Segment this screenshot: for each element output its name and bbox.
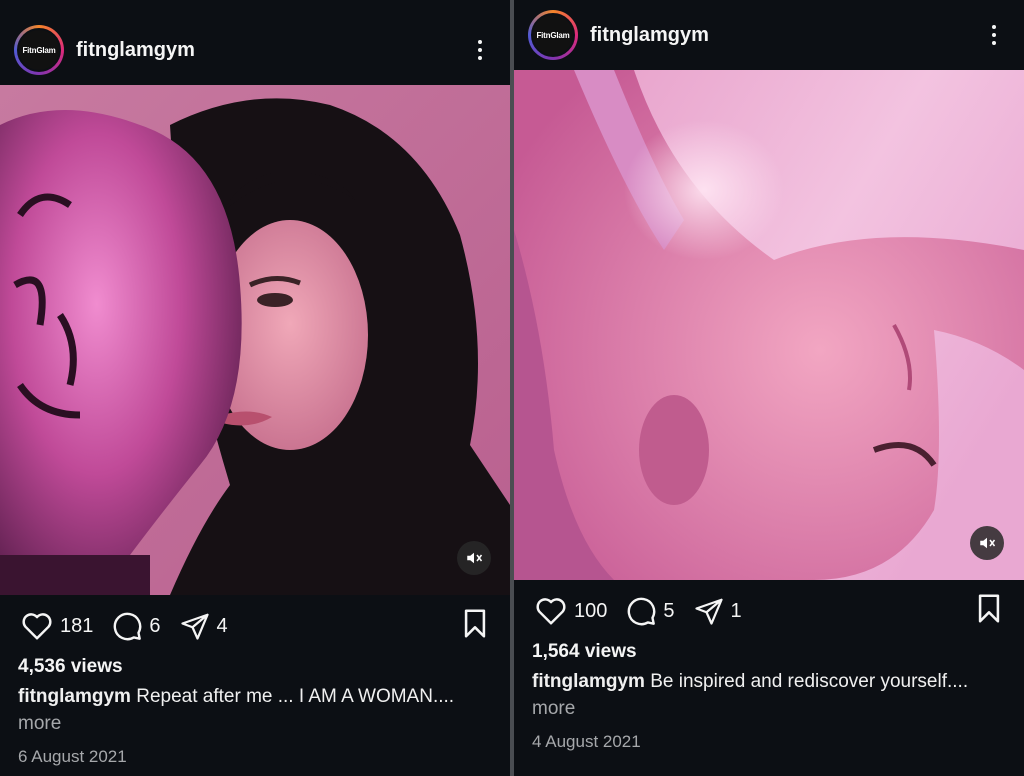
bookmark-button[interactable] (976, 594, 1002, 628)
post-video[interactable] (0, 85, 510, 595)
post-video[interactable] (514, 70, 1024, 580)
caption-username[interactable]: fitnglamgym (18, 686, 131, 707)
profile-avatar[interactable]: FitnGlam (14, 25, 64, 75)
heart-icon (536, 598, 566, 625)
share-button[interactable]: 1 (693, 596, 742, 626)
like-count: 181 (60, 614, 94, 637)
comment-count: 6 (149, 614, 161, 637)
comment-count: 5 (663, 599, 675, 622)
muted-audio-icon[interactable] (970, 526, 1004, 560)
profile-avatar[interactable]: FitnGlam (528, 10, 578, 60)
more-options-icon[interactable] (986, 23, 1002, 47)
like-button[interactable]: 100 (534, 596, 607, 626)
bookmark-icon (978, 594, 1000, 623)
caption-text: Be inspired and rediscover yourself.... (650, 671, 969, 692)
post-header: FitnGlam fitnglamgym (0, 15, 510, 85)
comment-button[interactable]: 6 (111, 610, 161, 642)
post-actions-bar: 181 6 4 (0, 606, 510, 646)
view-count: 1,564 views (532, 641, 637, 662)
more-options-icon[interactable] (472, 38, 488, 62)
avatar-logo-text: FitnGlam (536, 30, 570, 40)
comment-button[interactable]: 5 (625, 595, 675, 627)
post-username[interactable]: fitnglamgym (76, 39, 195, 62)
like-count: 100 (574, 599, 608, 622)
muted-audio-icon[interactable] (457, 541, 491, 575)
bookmark-icon (464, 609, 486, 638)
post-actions-bar: 100 5 1 (514, 591, 1024, 631)
share-icon (180, 613, 209, 640)
post-caption: fitnglamgym Be inspired and rediscover y… (532, 669, 1008, 695)
like-button[interactable]: 181 (20, 611, 93, 641)
share-count: 4 (216, 614, 228, 637)
share-button[interactable]: 4 (179, 611, 228, 641)
caption-more-link[interactable]: more (532, 698, 575, 720)
post-card-1: FitnGlam fitnglamgym 181 6 4 4,536 views… (0, 0, 510, 776)
heart-icon (22, 613, 52, 640)
video-frame-image (514, 70, 1024, 580)
post-username[interactable]: fitnglamgym (590, 24, 709, 47)
post-date: 4 August 2021 (532, 732, 641, 751)
share-count: 1 (730, 599, 742, 622)
caption-username[interactable]: fitnglamgym (532, 671, 645, 692)
view-count: 4,536 views (18, 656, 123, 677)
post-card-2: FitnGlam fitnglamgym 100 5 1 1,564 views… (514, 0, 1024, 776)
comment-icon (114, 612, 142, 641)
video-frame-image (0, 85, 510, 595)
share-icon (694, 598, 723, 625)
caption-text: Repeat after me ... I AM A WOMAN.... (136, 686, 455, 707)
post-header: FitnGlam fitnglamgym (514, 0, 1024, 70)
caption-more-link[interactable]: more (18, 713, 61, 735)
avatar-logo-text: FitnGlam (22, 45, 56, 55)
post-caption: fitnglamgym Repeat after me ... I AM A W… (18, 684, 494, 710)
bookmark-button[interactable] (462, 609, 488, 643)
post-date: 6 August 2021 (18, 747, 127, 766)
comment-icon (628, 597, 656, 626)
